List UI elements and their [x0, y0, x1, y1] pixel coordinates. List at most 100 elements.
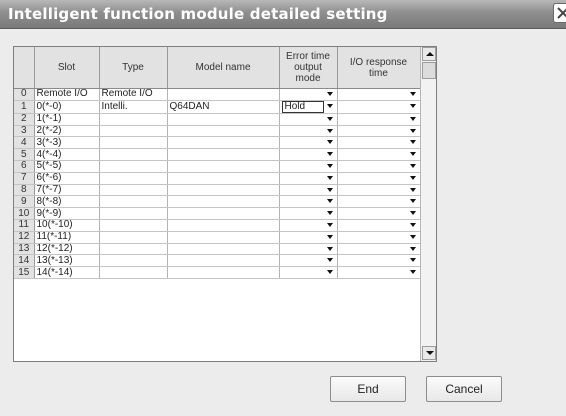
model-name-cell[interactable] — [167, 254, 280, 268]
error-time-output-mode-dropdown[interactable] — [279, 254, 338, 268]
model-name-cell[interactable] — [167, 231, 280, 244]
table-row[interactable]: 13 12(*-12) — [14, 243, 421, 256]
error-time-output-mode-dropdown[interactable] — [279, 136, 338, 150]
io-response-time-dropdown[interactable] — [337, 207, 421, 220]
io-response-time-dropdown[interactable] — [337, 219, 421, 232]
dropdown-arrow-icon[interactable] — [326, 175, 333, 180]
scrollbar-thumb[interactable] — [422, 62, 436, 79]
io-response-time-dropdown[interactable] — [337, 254, 421, 268]
type-cell[interactable]: Intelli. — [99, 100, 168, 114]
table-row[interactable]: 4 3(*-3) — [14, 136, 421, 150]
dropdown-arrow-icon[interactable] — [409, 140, 416, 145]
error-time-output-mode-dropdown[interactable] — [279, 113, 338, 126]
dropdown-arrow-icon[interactable] — [326, 128, 333, 133]
dropdown-arrow-icon[interactable] — [326, 211, 333, 216]
model-name-cell[interactable] — [167, 195, 280, 209]
dropdown-arrow-icon[interactable] — [326, 222, 333, 227]
type-cell[interactable]: Remote I/O — [99, 88, 168, 101]
error-time-output-mode-dropdown[interactable]: Hold — [279, 100, 338, 114]
dropdown-arrow-icon[interactable] — [326, 234, 333, 239]
dropdown-arrow-icon[interactable] — [409, 222, 416, 227]
dropdown-arrow-icon[interactable] — [409, 199, 416, 204]
model-name-cell[interactable] — [167, 184, 280, 197]
table-row[interactable]: 1 0(*-0) Intelli. Q64DAN Hold — [14, 100, 421, 114]
io-response-time-dropdown[interactable] — [337, 88, 421, 101]
type-cell[interactable] — [99, 113, 168, 126]
dropdown-arrow-icon[interactable] — [409, 187, 416, 192]
dropdown-arrow-icon[interactable] — [409, 128, 416, 133]
error-time-output-mode-dropdown[interactable] — [279, 148, 338, 161]
dropdown-arrow-icon[interactable] — [326, 199, 333, 204]
model-name-cell[interactable] — [167, 219, 280, 232]
model-name-cell[interactable] — [167, 266, 280, 279]
dropdown-arrow-icon[interactable] — [326, 246, 333, 251]
type-cell[interactable] — [99, 254, 168, 268]
model-name-cell[interactable] — [167, 88, 280, 101]
scroll-up-button[interactable] — [422, 47, 436, 61]
table-row[interactable]: 10 9(*-9) — [14, 207, 421, 220]
dropdown-arrow-icon[interactable] — [326, 116, 333, 121]
error-time-output-mode-dropdown[interactable] — [279, 88, 338, 101]
column-header-type[interactable]: Type — [99, 47, 168, 89]
dropdown-arrow-icon[interactable] — [326, 103, 333, 108]
io-response-time-dropdown[interactable] — [337, 266, 421, 279]
type-cell[interactable] — [99, 195, 168, 209]
dropdown-arrow-icon[interactable] — [409, 258, 416, 263]
error-time-output-mode-dropdown[interactable] — [279, 160, 338, 173]
error-time-output-mode-dropdown[interactable] — [279, 219, 338, 232]
error-time-output-mode-dropdown[interactable] — [279, 266, 338, 279]
model-name-cell[interactable] — [167, 207, 280, 220]
model-name-cell[interactable] — [167, 125, 280, 138]
table-row[interactable]: 5 4(*-4) — [14, 148, 421, 161]
model-name-cell[interactable] — [167, 160, 280, 173]
model-name-cell[interactable] — [167, 243, 280, 256]
type-cell[interactable] — [99, 148, 168, 161]
column-header-error-time-output-mode[interactable]: Error time output mode — [279, 47, 338, 89]
scroll-down-button[interactable] — [422, 346, 436, 360]
io-response-time-dropdown[interactable] — [337, 243, 421, 256]
dropdown-arrow-icon[interactable] — [326, 187, 333, 192]
type-cell[interactable] — [99, 184, 168, 197]
type-cell[interactable] — [99, 266, 168, 279]
dropdown-arrow-icon[interactable] — [409, 234, 416, 239]
type-cell[interactable] — [99, 219, 168, 232]
end-button[interactable]: End — [330, 376, 406, 402]
cancel-button[interactable]: Cancel — [426, 376, 502, 402]
error-time-output-mode-dropdown[interactable] — [279, 125, 338, 138]
dropdown-arrow-icon[interactable] — [326, 152, 333, 157]
dropdown-arrow-icon[interactable] — [409, 246, 416, 251]
vertical-scrollbar[interactable] — [420, 47, 436, 361]
type-cell[interactable] — [99, 243, 168, 256]
error-time-output-mode-dropdown[interactable] — [279, 231, 338, 244]
dropdown-arrow-icon[interactable] — [409, 211, 416, 216]
type-cell[interactable] — [99, 136, 168, 150]
dropdown-arrow-icon[interactable] — [409, 163, 416, 168]
io-response-time-dropdown[interactable] — [337, 184, 421, 197]
io-response-time-dropdown[interactable] — [337, 125, 421, 138]
column-header-model-name[interactable]: Model name — [167, 47, 280, 89]
io-response-time-dropdown[interactable] — [337, 195, 421, 209]
dropdown-arrow-icon[interactable] — [409, 116, 416, 121]
error-time-output-mode-dropdown[interactable] — [279, 195, 338, 209]
table-row[interactable]: 11 10(*-10) — [14, 219, 421, 232]
model-name-cell[interactable] — [167, 113, 280, 126]
close-button[interactable] — [553, 3, 566, 23]
dropdown-arrow-icon[interactable] — [326, 163, 333, 168]
dropdown-arrow-icon[interactable] — [326, 270, 333, 275]
table-row[interactable]: 14 13(*-13) — [14, 254, 421, 268]
dropdown-arrow-icon[interactable] — [409, 92, 416, 96]
type-cell[interactable] — [99, 160, 168, 173]
error-time-output-mode-dropdown[interactable] — [279, 243, 338, 256]
table-row[interactable]: 0 Remote I/O Remote I/O — [14, 88, 421, 101]
table-row[interactable]: 3 2(*-2) — [14, 125, 421, 138]
error-time-output-mode-dropdown[interactable] — [279, 184, 338, 197]
dropdown-arrow-icon[interactable] — [409, 175, 416, 180]
table-row[interactable]: 9 8(*-8) — [14, 195, 421, 209]
model-name-cell[interactable] — [167, 148, 280, 161]
io-response-time-dropdown[interactable] — [337, 172, 421, 185]
dropdown-arrow-icon[interactable] — [326, 92, 333, 96]
io-response-time-dropdown[interactable] — [337, 113, 421, 126]
table-row[interactable]: 15 14(*-14) — [14, 266, 421, 279]
io-response-time-dropdown[interactable] — [337, 100, 421, 114]
io-response-time-dropdown[interactable] — [337, 136, 421, 150]
